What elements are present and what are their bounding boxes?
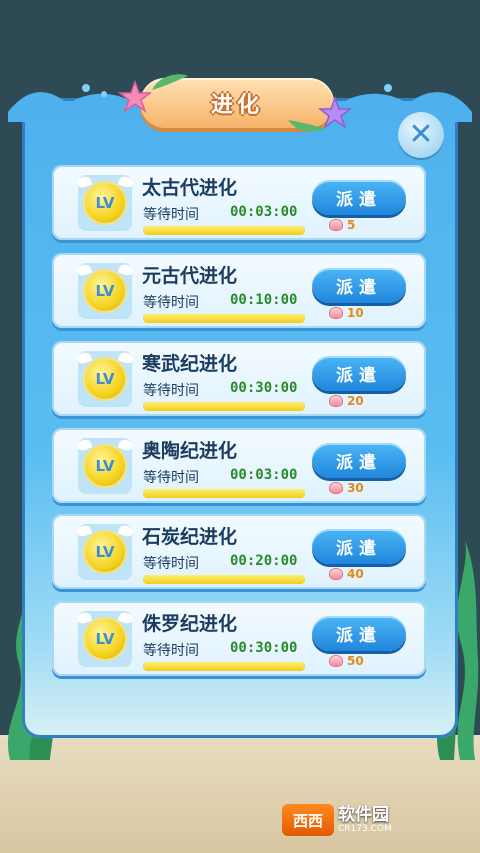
level-badge-box: LV xyxy=(75,350,135,407)
watermark: 西西 软件园 CR173.COM xyxy=(282,802,462,838)
level-label: LV xyxy=(95,282,115,300)
wait-label: 等待时间 xyxy=(143,295,199,311)
progress-bar xyxy=(143,575,305,584)
wait-label: 等待时间 xyxy=(143,556,199,572)
level-label: LV xyxy=(95,630,115,648)
evolution-card: LV 太古代进化 等待时间 00:03:00 派遣 5 xyxy=(52,165,426,240)
cost: 5 xyxy=(330,218,355,232)
page-title: 进化 xyxy=(210,93,263,118)
progress-fill xyxy=(143,314,305,323)
stage-name: 侏罗纪进化 xyxy=(142,613,238,635)
cost-value: 5 xyxy=(347,218,356,232)
dispatch-button[interactable]: 派遣 xyxy=(312,443,406,478)
progress-bar xyxy=(143,489,305,498)
wait-label: 等待时间 xyxy=(143,643,199,659)
cost: 10 xyxy=(330,306,364,320)
level-label: LV xyxy=(95,194,115,212)
level-coin-icon: LV xyxy=(75,610,135,659)
progress-bar xyxy=(143,314,305,323)
wait-time: 00:30:00 xyxy=(230,640,298,656)
wait-time: 00:03:00 xyxy=(230,204,298,220)
stage-name: 石炭纪进化 xyxy=(142,526,238,548)
cost-value: 40 xyxy=(347,567,364,581)
progress-bar xyxy=(143,402,305,411)
shell-icon xyxy=(330,656,342,666)
leaf-icon xyxy=(152,74,188,90)
evolution-card: LV 寒武纪进化 等待时间 00:30:00 派遣 20 xyxy=(52,341,426,416)
cost-value: 30 xyxy=(347,481,364,495)
evolution-card: LV 奥陶纪进化 等待时间 00:03:00 派遣 30 xyxy=(52,428,426,503)
evolution-card: LV 侏罗纪进化 等待时间 00:30:00 派遣 50 xyxy=(52,601,426,676)
watermark-logo: 西西 xyxy=(282,804,334,836)
level-coin-icon: LV xyxy=(75,174,135,223)
level-badge-box: LV xyxy=(75,437,135,494)
level-label: LV xyxy=(95,457,115,475)
leaf-icon xyxy=(288,120,324,132)
cost: 30 xyxy=(330,481,364,495)
evolution-card: LV 石炭纪进化 等待时间 00:20:00 派遣 40 xyxy=(52,514,426,589)
level-coin-icon: LV xyxy=(75,437,135,486)
level-label: LV xyxy=(95,543,115,561)
close-icon: ✕ xyxy=(408,117,434,152)
wait-label: 等待时间 xyxy=(143,383,199,399)
wait-time: 00:20:00 xyxy=(230,553,298,569)
close-button[interactable]: ✕ xyxy=(398,112,444,158)
dispatch-button[interactable]: 派遣 xyxy=(312,268,406,303)
stage-name: 寒武纪进化 xyxy=(142,353,238,375)
cost: 20 xyxy=(330,394,364,408)
progress-fill xyxy=(143,402,305,411)
level-coin-icon: LV xyxy=(75,523,135,572)
evolution-card: LV 元古代进化 等待时间 00:10:00 派遣 10 xyxy=(52,253,426,328)
watermark-sub: CR173.COM xyxy=(338,823,392,834)
cost-value: 10 xyxy=(347,306,364,320)
dispatch-button[interactable]: 派遣 xyxy=(312,356,406,391)
level-badge-box: LV xyxy=(75,262,135,319)
wait-time: 00:10:00 xyxy=(230,292,298,308)
cost-value: 50 xyxy=(347,654,364,668)
level-coin-icon: LV xyxy=(75,350,135,399)
cost: 50 xyxy=(330,654,364,668)
progress-fill xyxy=(143,226,305,235)
progress-bar xyxy=(143,226,305,235)
progress-bar xyxy=(143,662,305,671)
starfish-pink-icon xyxy=(118,80,152,113)
wait-time: 00:03:00 xyxy=(230,467,298,483)
watermark-text: 软件园 xyxy=(338,804,389,825)
cost-value: 20 xyxy=(347,394,364,408)
shell-icon xyxy=(330,308,342,318)
stage-name: 奥陶纪进化 xyxy=(142,440,238,462)
dispatch-button[interactable]: 派遣 xyxy=(312,529,406,564)
level-badge-box: LV xyxy=(75,523,135,580)
level-badge-box: LV xyxy=(75,610,135,667)
progress-fill xyxy=(143,575,305,584)
level-badge-box: LV xyxy=(75,174,135,231)
progress-fill xyxy=(143,662,305,671)
cost: 40 xyxy=(330,567,364,581)
shell-icon xyxy=(330,569,342,579)
level-coin-icon: LV xyxy=(75,262,135,311)
shell-icon xyxy=(330,483,342,493)
level-label: LV xyxy=(95,370,115,388)
wait-label: 等待时间 xyxy=(143,470,199,486)
stage-name: 太古代进化 xyxy=(142,177,238,199)
dispatch-button[interactable]: 派遣 xyxy=(312,616,406,651)
progress-fill xyxy=(143,489,305,498)
shell-icon xyxy=(330,396,342,406)
wait-label: 等待时间 xyxy=(143,207,199,223)
stage-name: 元古代进化 xyxy=(142,265,238,287)
wait-time: 00:30:00 xyxy=(230,380,298,396)
shell-icon xyxy=(330,220,342,230)
dispatch-button[interactable]: 派遣 xyxy=(312,180,406,215)
